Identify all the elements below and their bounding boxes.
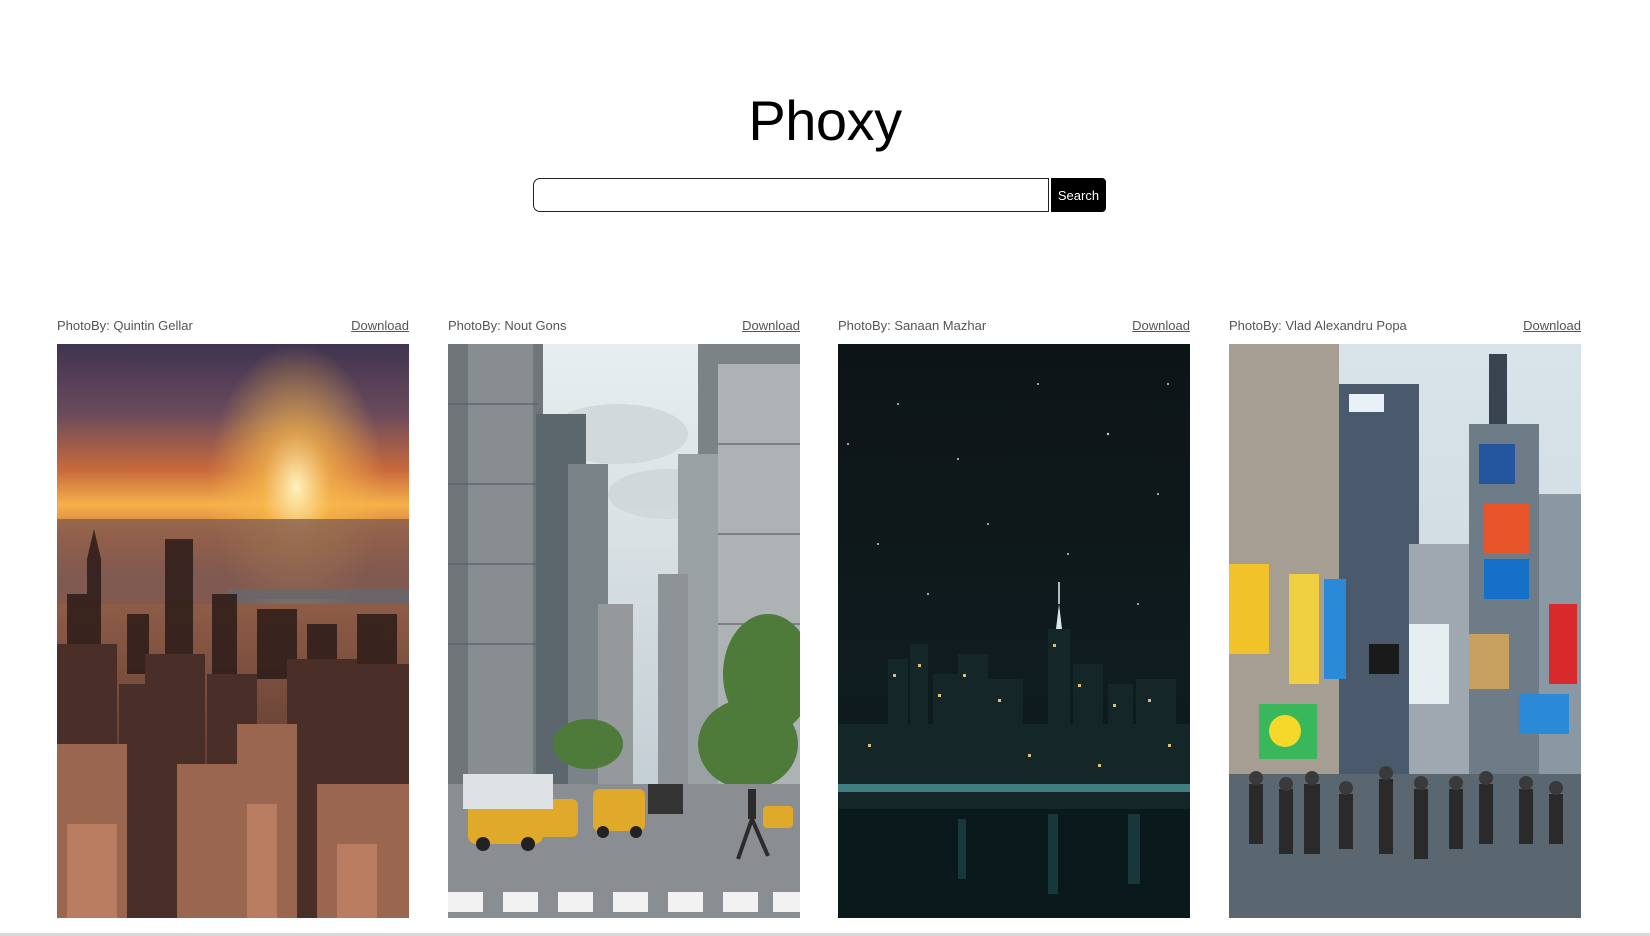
busy-square-image — [1229, 344, 1581, 918]
search-bar: Search — [533, 178, 1106, 212]
photo-card-meta: PhotoBy: Sanaan Mazhar Download — [838, 314, 1190, 336]
app-title: Phoxy — [748, 89, 902, 152]
photo-card: PhotoBy: Sanaan Mazhar Download — [838, 314, 1190, 918]
photo-image[interactable] — [838, 344, 1190, 918]
photo-card: PhotoBy: Vlad Alexandru Popa Download — [1229, 314, 1581, 918]
photo-gallery: PhotoBy: Quintin Gellar Download PhotoBy… — [57, 314, 1581, 918]
search-input[interactable] — [533, 178, 1049, 212]
photo-card-meta: PhotoBy: Quintin Gellar Download — [57, 314, 409, 336]
download-link[interactable]: Download — [1523, 318, 1581, 333]
photo-card-meta: PhotoBy: Nout Gons Download — [448, 314, 800, 336]
city-street-image — [448, 344, 800, 918]
photo-card: PhotoBy: Nout Gons Download — [448, 314, 800, 918]
download-link[interactable]: Download — [1132, 318, 1190, 333]
photographer-credit: PhotoBy: Nout Gons — [448, 317, 567, 333]
photo-image[interactable] — [448, 344, 800, 918]
photo-image[interactable] — [1229, 344, 1581, 918]
photo-card: PhotoBy: Quintin Gellar Download — [57, 314, 409, 918]
photo-image[interactable] — [57, 344, 409, 918]
photographer-credit: PhotoBy: Quintin Gellar — [57, 317, 193, 333]
night-skyline-image — [838, 344, 1190, 918]
download-link[interactable]: Download — [351, 318, 409, 333]
sunset-skyline-image — [57, 344, 409, 918]
photographer-credit: PhotoBy: Sanaan Mazhar — [838, 317, 987, 333]
search-button[interactable]: Search — [1051, 178, 1106, 212]
photographer-credit: PhotoBy: Vlad Alexandru Popa — [1229, 317, 1407, 333]
download-link[interactable]: Download — [742, 318, 800, 333]
photo-card-meta: PhotoBy: Vlad Alexandru Popa Download — [1229, 314, 1581, 336]
